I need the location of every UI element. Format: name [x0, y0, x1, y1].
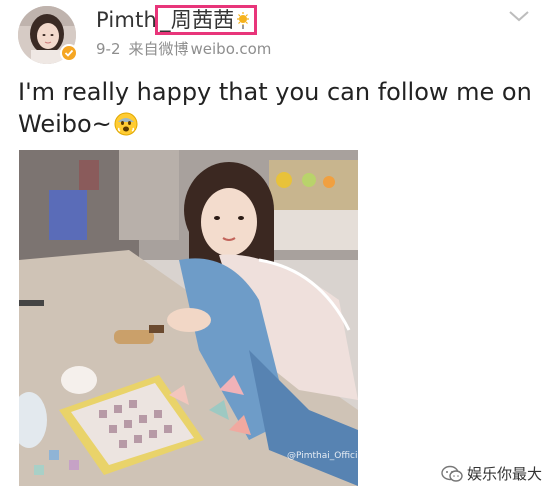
- post-photo[interactable]: @Pimthai_Official: [19, 150, 358, 486]
- footer-watermark: 娱乐你最大: [441, 463, 542, 484]
- source-domain[interactable]: weibo.com: [191, 40, 272, 58]
- username-highlight: _周茜茜: [160, 8, 235, 32]
- post-date: 9-2: [96, 40, 121, 58]
- photo-watermark: @Pimthai_Official: [287, 451, 358, 461]
- username[interactable]: Pimth _周茜茜: [96, 4, 258, 35]
- wechat-icon: [441, 465, 463, 482]
- sun-icon: [237, 12, 250, 29]
- post-text: I'm really happy that you can follow me …: [18, 76, 538, 140]
- source-label: 来自微博: [128, 40, 189, 58]
- fearful-face-emoji: [114, 112, 138, 136]
- chevron-down-icon[interactable]: [508, 8, 530, 24]
- footer-watermark-text: 娱乐你最大: [466, 465, 542, 483]
- post-text-content: I'm really happy that you can follow me …: [18, 78, 532, 138]
- post-meta: 9-2 来自微博 weibo.com: [96, 38, 271, 59]
- verified-badge-icon: [60, 44, 78, 62]
- username-highlight-box: _周茜茜: [155, 5, 258, 35]
- weibo-post: Pimth _周茜茜 9-2 来自微博 weibo.com I'm really ha…: [0, 0, 550, 498]
- username-prefix: Pimth: [96, 8, 158, 32]
